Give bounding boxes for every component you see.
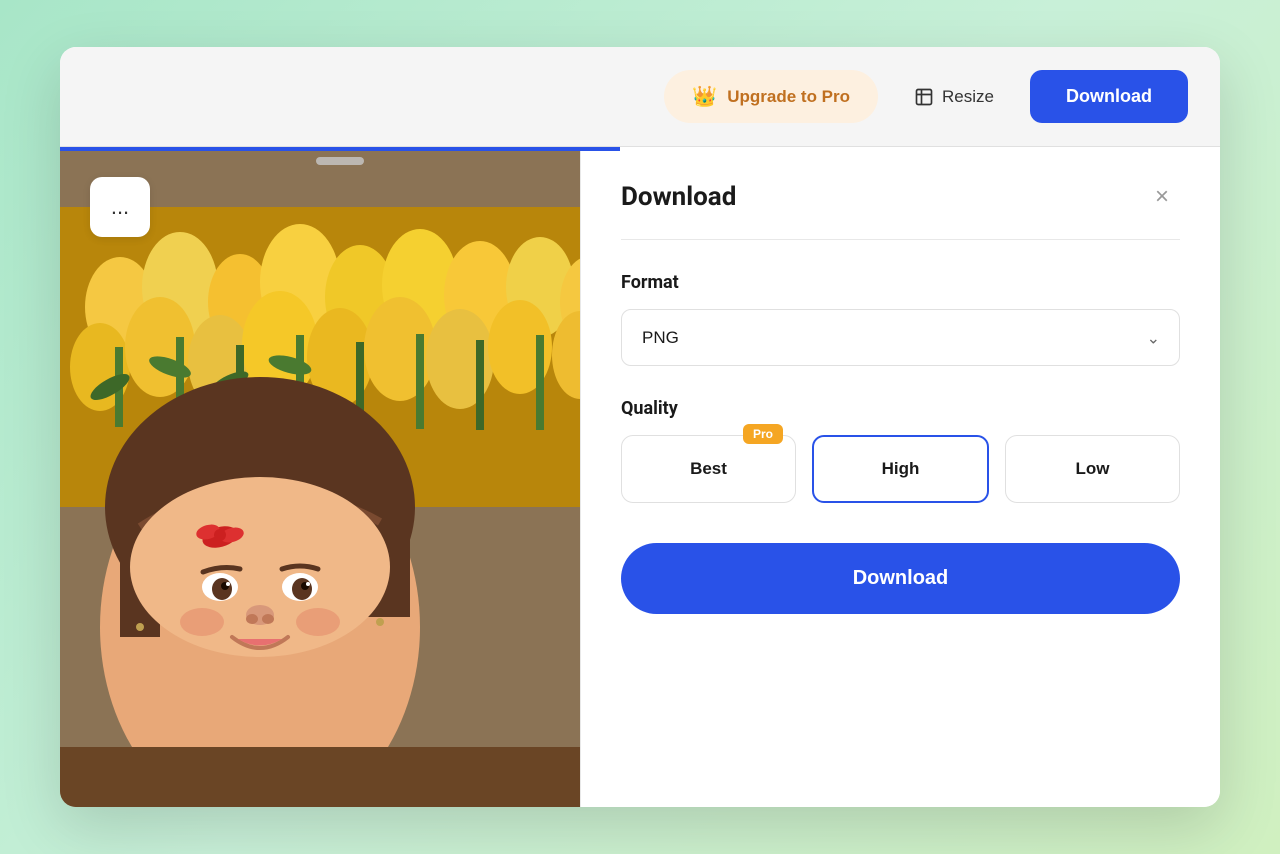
quality-low-button[interactable]: Low (1005, 435, 1180, 503)
more-options-label: ... (111, 194, 129, 220)
format-select[interactable]: PNG JPG WebP SVG (621, 309, 1180, 366)
crown-icon: 👑 (692, 84, 717, 109)
resize-icon (914, 87, 934, 107)
quality-options: Pro Best High Low (621, 435, 1180, 503)
main-content: ... (60, 147, 1220, 807)
upgrade-to-pro-button[interactable]: 👑 Upgrade to Pro (664, 70, 878, 123)
more-options-button[interactable]: ... (90, 177, 150, 237)
resize-label: Resize (942, 87, 994, 107)
quality-best-button[interactable]: Pro Best (621, 435, 796, 503)
quality-high-label: High (882, 459, 920, 478)
quality-best-label: Best (690, 459, 727, 478)
photo-area (60, 147, 620, 807)
download-top-button[interactable]: Download (1030, 70, 1188, 123)
thumb-indicator (316, 157, 364, 165)
quality-low-label: Low (1076, 459, 1110, 478)
format-select-wrapper: PNG JPG WebP SVG ⌄ (621, 309, 1180, 366)
download-action-label: Download (853, 567, 949, 589)
toolbar: 👑 Upgrade to Pro Resize Download (60, 47, 1220, 147)
quality-high-button[interactable]: High (812, 435, 989, 503)
close-icon: × (1155, 183, 1169, 211)
format-section: Format PNG JPG WebP SVG ⌄ (621, 272, 1180, 366)
upgrade-label: Upgrade to Pro (727, 87, 850, 107)
photo-svg (60, 147, 620, 807)
image-panel: ... (60, 147, 620, 807)
close-button[interactable]: × (1144, 179, 1180, 215)
quality-section: Quality Pro Best High Low (621, 398, 1180, 503)
download-panel: Download × Format PNG JPG WebP SVG ⌄ (580, 147, 1220, 807)
app-container: 👑 Upgrade to Pro Resize Download ... (60, 47, 1220, 807)
panel-title: Download (621, 182, 736, 212)
format-label: Format (621, 272, 1180, 293)
quality-label: Quality (621, 398, 1180, 419)
image-border (60, 147, 620, 151)
pro-badge: Pro (743, 424, 783, 444)
resize-button[interactable]: Resize (894, 73, 1014, 121)
download-action-button[interactable]: Download (621, 543, 1180, 614)
download-top-label: Download (1066, 86, 1152, 106)
panel-header: Download × (621, 147, 1180, 240)
